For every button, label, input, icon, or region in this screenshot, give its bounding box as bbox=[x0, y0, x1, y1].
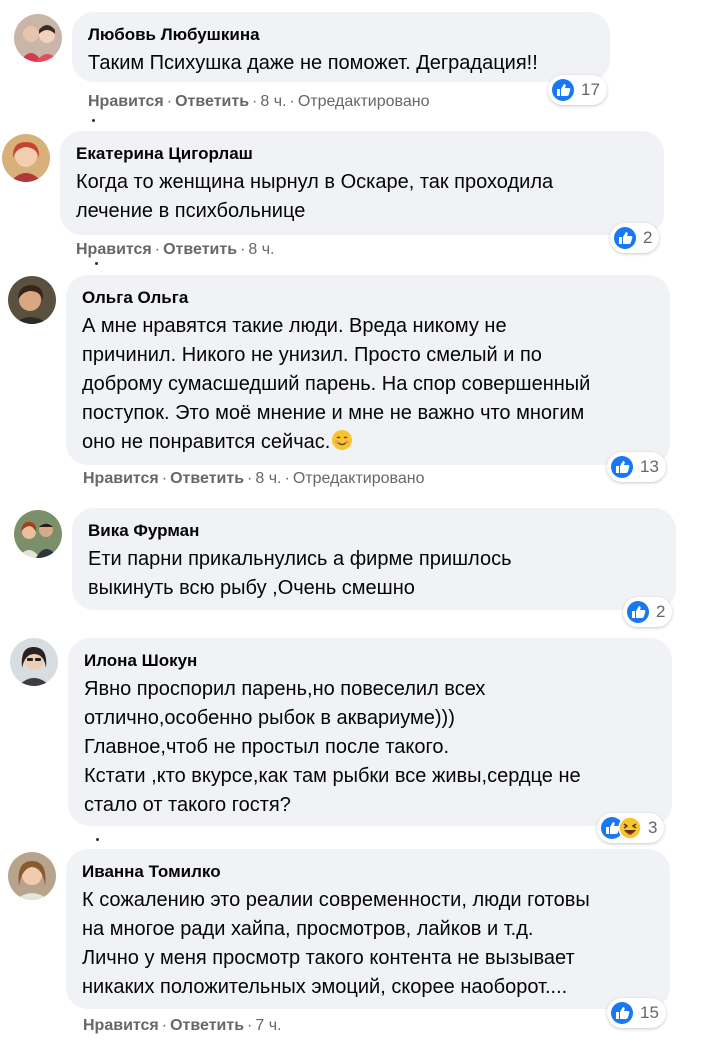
like-icon bbox=[626, 600, 650, 624]
comment-actions: Нравится · Ответить · 8 ч. · Отредактировано bbox=[88, 93, 429, 111]
comment-text-content: Явно проспорил парень,но повеселил всех … bbox=[84, 678, 581, 816]
reply-button[interactable]: Ответить bbox=[170, 1017, 244, 1034]
smiling-face-icon bbox=[330, 428, 354, 452]
avatar[interactable] bbox=[14, 510, 62, 558]
reply-button[interactable]: Ответить bbox=[163, 241, 237, 258]
comment-author[interactable]: Любовь Любушкина bbox=[88, 24, 594, 46]
separator: · bbox=[247, 470, 253, 487]
comment-text-content: Таким Психушка даже не поможет. Деградац… bbox=[88, 52, 538, 74]
thread-dot bbox=[95, 262, 98, 265]
like-button[interactable]: Нравится bbox=[88, 93, 164, 110]
comment-text-content: К сожалению это реалии современности, лю… bbox=[82, 889, 590, 998]
reactions-badge[interactable]: 3 bbox=[597, 813, 665, 843]
comment-text: А мне нравятся такие люди. Вреда никому … bbox=[82, 312, 654, 457]
reactions-badge[interactable]: 13 bbox=[607, 452, 666, 482]
separator: · bbox=[161, 1017, 168, 1034]
edited-label: Отредактировано bbox=[297, 93, 430, 110]
like-button[interactable]: Нравится bbox=[83, 1017, 159, 1034]
comment-time[interactable]: 8 ч. bbox=[255, 470, 281, 487]
avatar[interactable] bbox=[2, 134, 50, 182]
like-icon bbox=[610, 455, 634, 479]
comment-bubble: Любовь Любушкина Таким Психушка даже не … bbox=[72, 12, 610, 82]
separator: · bbox=[247, 1017, 253, 1034]
comment-text: Когда то женщина нырнул в Оскаре, так пр… bbox=[76, 168, 648, 226]
comment-text-content: Ети парни прикальнулись а фирме пришлось… bbox=[88, 548, 512, 599]
reaction-count: 13 bbox=[640, 457, 659, 476]
haha-icon bbox=[618, 816, 642, 840]
thread-dot bbox=[96, 838, 99, 841]
avatar[interactable] bbox=[8, 852, 56, 900]
like-button[interactable]: Нравится bbox=[83, 470, 159, 487]
comment-time[interactable]: 7 ч. bbox=[255, 1017, 281, 1034]
comment-text: Ети парни прикальнулись а фирме пришлось… bbox=[88, 545, 660, 603]
comment-text-content: Когда то женщина нырнул в Оскаре, так пр… bbox=[76, 171, 554, 222]
comment-text: К сожалению это реалии современности, лю… bbox=[82, 886, 654, 1002]
reactions-badge[interactable]: 15 bbox=[607, 998, 666, 1028]
avatar[interactable] bbox=[14, 14, 62, 62]
comment-bubble: Илона Шокун Явно проспорил парень,но пов… bbox=[68, 638, 672, 826]
separator: · bbox=[154, 241, 161, 258]
separator: · bbox=[166, 93, 173, 110]
comment-text: Таким Психушка даже не поможет. Деградац… bbox=[88, 49, 594, 78]
comment-author[interactable]: Екатерина Цигорлаш bbox=[76, 143, 648, 165]
comment-actions: Нравится · Ответить · 8 ч. bbox=[76, 241, 274, 259]
reactions-badge[interactable]: 17 bbox=[548, 75, 607, 105]
comment-time[interactable]: 8 ч. bbox=[248, 241, 274, 258]
reaction-count: 17 bbox=[581, 80, 600, 99]
comment-bubble: Ольга Ольга А мне нравятся такие люди. В… bbox=[66, 275, 670, 465]
reaction-count: 15 bbox=[640, 1003, 659, 1022]
reaction-count: 2 bbox=[656, 602, 666, 621]
comment-actions: Нравится · Ответить · 8 ч. · Отредактировано bbox=[83, 470, 424, 488]
comment-time[interactable]: 8 ч. bbox=[260, 93, 286, 110]
comment-bubble: Иванна Томилко К сожалению это реалии со… bbox=[66, 849, 670, 1009]
thread-dot bbox=[92, 119, 95, 122]
like-icon bbox=[551, 78, 575, 102]
separator: · bbox=[252, 93, 258, 110]
like-button[interactable]: Нравится bbox=[76, 241, 152, 258]
separator: · bbox=[240, 241, 246, 258]
comment-author[interactable]: Илона Шокун bbox=[84, 650, 656, 672]
reply-button[interactable]: Ответить bbox=[170, 470, 244, 487]
separator: · bbox=[289, 93, 295, 110]
reactions-badge[interactable]: 2 bbox=[610, 223, 660, 253]
reply-button[interactable]: Ответить bbox=[175, 93, 249, 110]
reaction-count: 3 bbox=[648, 818, 658, 837]
comment-actions: Нравится · Ответить · 7 ч. bbox=[83, 1017, 281, 1035]
separator: · bbox=[284, 470, 290, 487]
like-icon bbox=[613, 226, 637, 250]
comment-author[interactable]: Вика Фурман bbox=[88, 520, 660, 542]
comment-bubble: Вика Фурман Ети парни прикальнулись а фи… bbox=[72, 508, 676, 610]
edited-label: Отредактировано bbox=[292, 470, 425, 487]
like-icon bbox=[610, 1001, 634, 1025]
reaction-count: 2 bbox=[643, 228, 653, 247]
reactions-badge[interactable]: 2 bbox=[623, 597, 673, 627]
comment-author[interactable]: Иванна Томилко bbox=[82, 861, 654, 883]
avatar[interactable] bbox=[8, 276, 56, 324]
avatar[interactable] bbox=[10, 638, 58, 686]
comment-bubble: Екатерина Цигорлаш Когда то женщина нырн… bbox=[60, 131, 664, 235]
separator: · bbox=[161, 470, 168, 487]
comment-author[interactable]: Ольга Ольга bbox=[82, 287, 654, 309]
comment-text: Явно проспорил парень,но повеселил всех … bbox=[84, 675, 656, 820]
